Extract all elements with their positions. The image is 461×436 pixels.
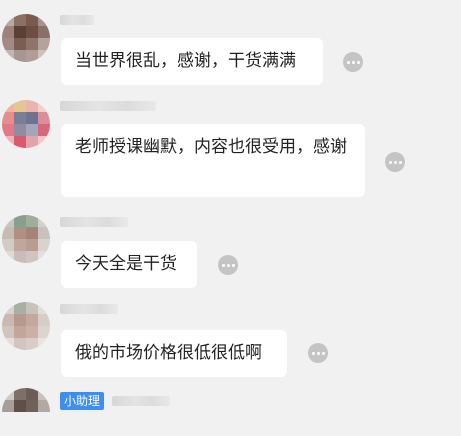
avatar[interactable] (2, 215, 50, 263)
sender-name-blurred (60, 15, 94, 25)
more-dots-icon[interactable] (218, 255, 238, 275)
sender-name-blurred (60, 101, 156, 111)
assistant-badge: 小助理 (60, 392, 105, 410)
avatar[interactable] (2, 302, 50, 350)
sender-name-blurred (60, 217, 128, 227)
sender-name-blurred (112, 396, 170, 406)
more-dots-icon[interactable] (308, 343, 328, 363)
avatar[interactable] (2, 14, 50, 62)
more-dots-icon[interactable] (385, 152, 405, 172)
more-dots-icon[interactable] (343, 52, 363, 72)
message-bubble: 俄的市场价格很低很低啊 (61, 330, 287, 377)
message-bubble: 当世界很乱，感谢，干货满满 (61, 38, 323, 85)
sender-name-blurred (60, 304, 118, 314)
message-bubble: 老师授课幽默，内容也很受用，感谢 (61, 124, 365, 197)
avatar[interactable] (2, 100, 50, 148)
avatar[interactable] (2, 388, 50, 436)
message-bubble: 今天全是干货 (61, 241, 197, 288)
